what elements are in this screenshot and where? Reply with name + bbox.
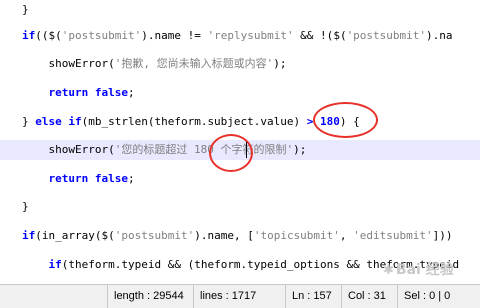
code-token: (: [339, 29, 347, 42]
status-blank: [0, 285, 108, 308]
code-token: }: [22, 3, 29, 16]
status-length: length : 29544: [108, 285, 194, 308]
text-cursor: [246, 142, 247, 158]
status-bar: length : 29544 lines : 1717 Ln : 157 Col…: [0, 284, 480, 308]
code-token: (mb_strlen(theform.subject.value): [81, 115, 307, 128]
status-ln: Ln : 157: [286, 285, 342, 308]
code-token: 'replysubmit': [207, 29, 294, 42]
code-token: showError(: [22, 143, 115, 156]
watermark-text: Bai 经验: [395, 262, 454, 278]
code-token: if: [22, 229, 36, 242]
code-token: 'topicsubmit': [253, 229, 340, 242]
code-token: ,: [339, 229, 354, 242]
code-token: ;: [128, 86, 135, 99]
code-token: return: [48, 86, 89, 99]
code-token: showError(: [22, 57, 115, 70]
code-line: showError('抱歉, 您尚未输入标题或内容');: [22, 54, 286, 74]
code-editor[interactable]: } if(($('postsubmit').name != 'replysubm…: [0, 0, 480, 284]
status-col: Col : 31: [342, 285, 398, 308]
code-line: return false;: [22, 83, 135, 103]
paw-icon: ✱: [383, 263, 394, 278]
code-token: 'postsubmit': [114, 229, 195, 242]
status-sel: Sel : 0 | 0: [404, 290, 451, 302]
code-token: return: [48, 172, 89, 185]
code-token: ((: [35, 29, 49, 42]
code-token: if: [48, 258, 62, 271]
code-line: if(in_array($('postsubmit').name, ['topi…: [22, 226, 453, 246]
code-line: return false;: [22, 169, 135, 189]
annotation-circle-condition: [313, 102, 378, 138]
code-line: } else if(mb_strlen(theform.subject.valu…: [22, 112, 360, 132]
code-token: }: [22, 115, 36, 128]
code-line: }: [22, 0, 29, 20]
code-token: );: [293, 143, 307, 156]
code-token: false: [94, 86, 128, 99]
watermark: ✱ Bai 经验: [383, 257, 478, 283]
code-token: else if: [35, 115, 82, 128]
code-token: false: [94, 172, 128, 185]
code-token: ).na: [426, 29, 453, 42]
code-line: if(($('postsubmit').name != 'replysubmit…: [22, 26, 453, 46]
code-token: ;: [128, 172, 135, 185]
code-token: (in_array(: [35, 229, 102, 242]
code-token: ).name, [: [194, 229, 254, 242]
code-token: '抱歉, 您尚未输入标题或内容': [114, 57, 274, 70]
code-token: '您的标题超过 180 个字符的限制': [114, 143, 294, 156]
code-token: 'postsubmit': [346, 29, 427, 42]
code-token: if: [22, 29, 36, 42]
code-token: && !(: [293, 29, 334, 42]
code-token: );: [273, 57, 287, 70]
code-token: (: [55, 29, 62, 42]
code-token: ])): [432, 229, 453, 242]
code-token: (: [108, 229, 115, 242]
code-token: $: [333, 29, 340, 42]
code-line: }: [22, 197, 29, 217]
code-token: ).name !=: [141, 29, 208, 42]
code-token: }: [22, 200, 29, 213]
code-token: 'postsubmit': [61, 29, 142, 42]
status-lines: lines : 1717: [194, 285, 286, 308]
code-token: 'editsubmit': [353, 229, 433, 242]
